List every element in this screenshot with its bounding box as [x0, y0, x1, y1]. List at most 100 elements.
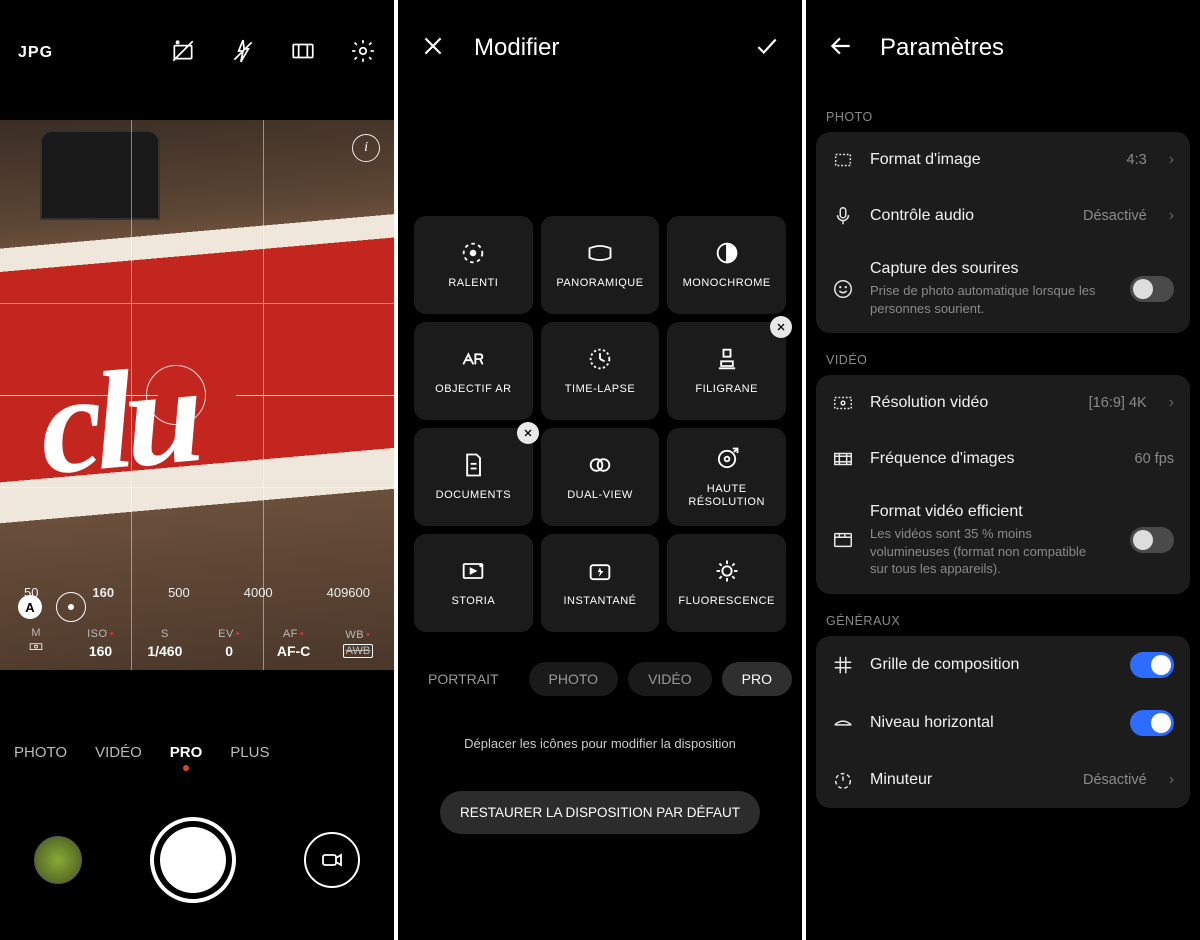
- tile-hires[interactable]: HAUTE RÉSOLUTION: [667, 428, 786, 526]
- tile-instant[interactable]: INSTANTANÉ: [541, 534, 660, 632]
- setting-row-timer[interactable]: MinuteurDésactivé›: [816, 752, 1190, 808]
- setting-row-grid[interactable]: Grille de composition: [816, 636, 1190, 694]
- drag-hint: Déplacer les icônes pour modifier la dis…: [398, 736, 802, 751]
- pro-param-s[interactable]: S1/460: [133, 616, 197, 670]
- setting-row-vfmt[interactable]: Format vidéo efficientLes vidéos sont 35…: [816, 487, 1190, 594]
- modifier-panel: Modifier RALENTI PANORAMIQUE MONOCHROME OBJ…: [398, 0, 802, 940]
- setting-row-level[interactable]: Niveau horizontal: [816, 694, 1190, 752]
- pro-param-iso[interactable]: ISO160: [68, 616, 132, 670]
- remove-badge-icon[interactable]: [517, 422, 539, 444]
- remove-badge-icon[interactable]: [770, 316, 792, 338]
- tile-storia[interactable]: STORIA: [414, 534, 533, 632]
- pill-pro[interactable]: PRO: [722, 662, 792, 696]
- shutter-button[interactable]: [150, 817, 236, 903]
- iso-tick[interactable]: 4000: [244, 585, 273, 600]
- viewfinder[interactable]: clu i 50 160 500 4000 409600 A MISO160S1…: [0, 120, 394, 670]
- tile-timelapse[interactable]: TIME-LAPSE: [541, 322, 660, 420]
- toggle[interactable]: [1130, 710, 1174, 736]
- tile-dual[interactable]: DUAL-VIEW: [541, 428, 660, 526]
- row-subtitle: Les vidéos sont 35 % moins volumineuses …: [870, 525, 1100, 578]
- video-switch-button[interactable]: [304, 832, 360, 888]
- setting-row-vres[interactable]: Résolution vidéo[16:9] 4K›: [816, 375, 1190, 431]
- info-icon[interactable]: i: [352, 134, 380, 162]
- pill-portrait[interactable]: PORTRAIT: [408, 662, 519, 696]
- tile-label: RALENTI: [444, 277, 502, 290]
- row-title: Résolution vidéo: [870, 394, 1073, 412]
- pro-param-wb[interactable]: WBAWB: [326, 616, 390, 670]
- row-title: Format d'image: [870, 151, 1111, 169]
- timer-icon: [832, 769, 854, 791]
- tile-label: PANORAMIQUE: [552, 277, 647, 290]
- row-subtitle: Prise de photo automatique lorsque les p…: [870, 282, 1100, 317]
- toggle[interactable]: [1130, 276, 1174, 302]
- tile-pano[interactable]: PANORAMIQUE: [541, 216, 660, 314]
- settings-card: Grille de composition Niveau horizontal Mi…: [816, 636, 1190, 808]
- pro-param-ev[interactable]: EV0: [197, 616, 261, 670]
- pill-vidéo[interactable]: VIDÉO: [628, 662, 712, 696]
- pro-param-af[interactable]: AFAF-C: [261, 616, 325, 670]
- iso-tick[interactable]: 500: [168, 585, 190, 600]
- settings-icon[interactable]: [350, 38, 376, 69]
- row-title: Grille de composition: [870, 656, 1114, 674]
- mic-icon: [832, 205, 854, 227]
- mode-pro[interactable]: PRO: [170, 744, 203, 761]
- tile-stamp[interactable]: FILIGRANE: [667, 322, 786, 420]
- tile-mono[interactable]: MONOCHROME: [667, 216, 786, 314]
- section-label: PHOTO: [806, 96, 1200, 132]
- row-value: Désactivé: [1083, 772, 1147, 788]
- toggle[interactable]: [1130, 527, 1174, 553]
- modifier-title: Modifier: [474, 34, 726, 62]
- tile-label: DOCUMENTS: [432, 489, 515, 502]
- mode-photo[interactable]: PHOTO: [14, 744, 67, 761]
- confirm-icon[interactable]: [754, 33, 780, 64]
- tile-label: FILIGRANE: [691, 383, 762, 396]
- row-title: Contrôle audio: [870, 207, 1067, 225]
- motion-photo-off-icon[interactable]: [170, 38, 196, 69]
- tile-fluor[interactable]: FLUORESCENCE: [667, 534, 786, 632]
- vres-icon: [832, 392, 854, 414]
- flash-off-icon[interactable]: [230, 38, 256, 69]
- mode-strip: PHOTO VIDÉO PRO PLUS: [0, 732, 394, 772]
- filter-icon[interactable]: [290, 38, 316, 69]
- tile-label: INSTANTANÉ: [559, 595, 640, 608]
- close-icon[interactable]: [420, 33, 446, 64]
- camera-viewfinder-panel: JPG clu i 50 160 500: [0, 0, 394, 940]
- row-value: Désactivé: [1083, 208, 1147, 224]
- gallery-thumbnail[interactable]: [34, 836, 82, 884]
- chevron-right-icon: ›: [1169, 207, 1174, 225]
- setting-row-aspect[interactable]: Format d'image4:3›: [816, 132, 1190, 188]
- grid-icon: [832, 654, 854, 676]
- toggle[interactable]: [1130, 652, 1174, 678]
- tile-label: STORIA: [447, 595, 499, 608]
- vfmt-icon: [832, 529, 854, 551]
- row-value: 60 fps: [1135, 451, 1175, 467]
- pill-photo[interactable]: PHOTO: [529, 662, 619, 696]
- tile-ar[interactable]: OBJECTIF AR: [414, 322, 533, 420]
- tile-ralenti[interactable]: RALENTI: [414, 216, 533, 314]
- aspect-icon: [832, 149, 854, 171]
- iso-tick-selected[interactable]: 160: [92, 585, 114, 600]
- iso-tick[interactable]: 409600: [327, 585, 370, 600]
- settings-panel: Paramètres PHOTOFormat d'image4:3›Contrô…: [806, 0, 1200, 940]
- pro-params-bar: MISO160S1/460EV0AFAF-CWBAWB: [0, 616, 394, 670]
- setting-row-fps[interactable]: Fréquence d'images 60 fps: [816, 431, 1190, 487]
- mode-vidéo[interactable]: VIDÉO: [95, 744, 142, 761]
- mode-plus[interactable]: PLUS: [230, 744, 269, 761]
- level-icon: [832, 712, 854, 734]
- restore-default-button[interactable]: RESTAURER LA DISPOSITION PAR DÉFAUT: [440, 791, 760, 834]
- row-title: Niveau horizontal: [870, 714, 1114, 732]
- setting-row-smile[interactable]: Capture des sourires Prise de photo autom…: [816, 244, 1190, 333]
- back-icon[interactable]: [828, 33, 854, 64]
- settings-title: Paramètres: [880, 34, 1004, 62]
- row-title: Fréquence d'images: [870, 450, 1119, 468]
- setting-row-mic[interactable]: Contrôle audio Désactivé ›: [816, 188, 1190, 244]
- pro-param-m[interactable]: M: [4, 616, 68, 670]
- category-pills: PORTRAIT PHOTO VIDÉO PRO: [398, 632, 802, 696]
- row-title: Minuteur: [870, 771, 1067, 789]
- tile-label: OBJECTIF AR: [431, 383, 515, 396]
- format-badge[interactable]: JPG: [18, 44, 53, 62]
- settings-card: Résolution vidéo[16:9] 4K›Fréquence d'im…: [816, 375, 1190, 594]
- row-title: Capture des sourires: [870, 260, 1114, 278]
- tile-label: TIME-LAPSE: [561, 383, 639, 396]
- tile-doc[interactable]: DOCUMENTS: [414, 428, 533, 526]
